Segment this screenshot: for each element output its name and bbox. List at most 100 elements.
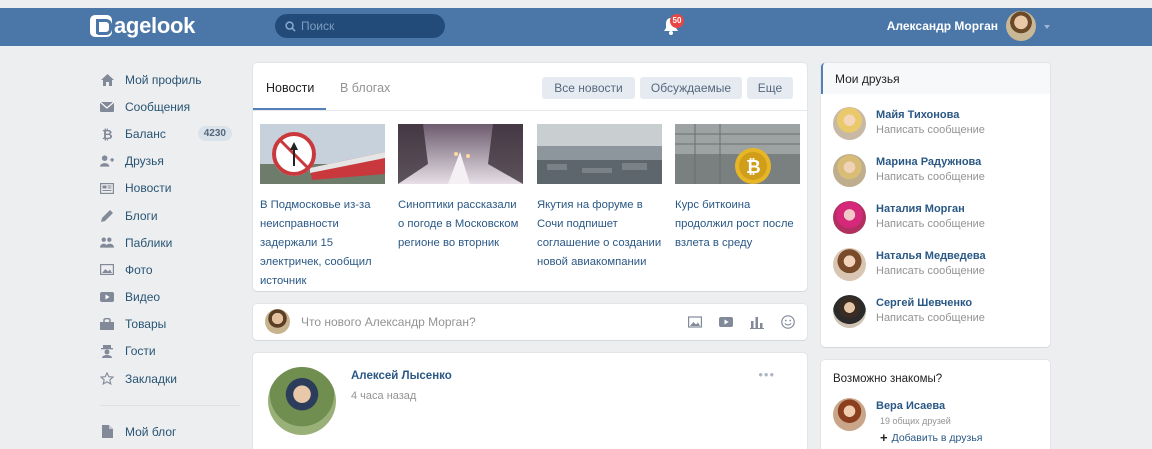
post-time[interactable]: 4 часа назад [351, 390, 416, 402]
avatar [833, 295, 866, 328]
suggested-friend-name[interactable]: Вера Исаева [876, 400, 945, 412]
filter-more-button[interactable]: Еще [747, 77, 793, 99]
friends-title[interactable]: Мои друзья [821, 63, 1050, 94]
news-image [260, 124, 385, 184]
search-box[interactable] [275, 14, 445, 38]
sidebar-item-label: Закладки [125, 371, 177, 386]
logo-text: agelook [114, 13, 196, 38]
sidebar-item-publics[interactable]: Паблики [100, 229, 240, 256]
newspaper-icon [100, 181, 114, 195]
friend-name[interactable]: Сергей Шевченко [876, 297, 972, 309]
video-icon [100, 290, 114, 304]
write-message-link[interactable]: Написать сообщение [876, 265, 985, 277]
header-avatar[interactable] [1006, 11, 1036, 41]
sidebar-item-label: Фото [125, 262, 153, 277]
avatar[interactable] [268, 367, 336, 435]
photo-icon[interactable] [688, 315, 702, 329]
more-options-icon[interactable]: ••• [758, 367, 775, 382]
write-message-link[interactable]: Написать сообщение [876, 218, 985, 230]
sidebar-item-news[interactable]: Новости [100, 175, 240, 202]
friend-name[interactable]: Майя Тихонова [876, 109, 959, 121]
search-input[interactable] [301, 19, 431, 33]
sidebar-item-label: Мой профиль [125, 72, 202, 87]
post-author[interactable]: Алексей Лысенко [351, 370, 452, 382]
header-user-name[interactable]: Александр Морган [887, 19, 998, 33]
avatar [833, 154, 866, 187]
sidebar-item-photo[interactable]: Фото [100, 256, 240, 283]
news-image: ₿ [675, 124, 800, 184]
friend-item[interactable]: Наталья Медведева Написать сообщение [833, 248, 1043, 284]
video-icon[interactable] [719, 315, 733, 329]
news-item[interactable]: ₿ Курс биткоина продолжил рост после взл… [675, 124, 800, 253]
search-icon [285, 20, 296, 32]
friend-item[interactable]: Сергей Шевченко Написать сообщение [833, 295, 1043, 331]
sidebar-item-guests[interactable]: Гости [100, 338, 240, 365]
balance-badge: 4230 [197, 126, 232, 142]
filter-all-news-button[interactable]: Все новости [542, 77, 635, 99]
poll-icon[interactable] [750, 315, 764, 329]
friend-item[interactable]: Марина Радужнова Написать сообщение [833, 154, 1043, 190]
shopping-bag-icon [100, 317, 114, 331]
news-item[interactable]: В Подмосковье из-за неисправности задерж… [260, 124, 385, 291]
logo-p-icon [90, 15, 112, 37]
new-post-box[interactable]: Что нового Александр Морган? [253, 304, 807, 340]
news-card: Новости В блогах Все новости Обсуждаемые… [253, 63, 807, 291]
sidebar-item-label: Сообщения [125, 99, 191, 114]
friend-name[interactable]: Наталья Медведева [876, 250, 986, 262]
avatar[interactable] [833, 398, 866, 431]
attachment-icons [688, 315, 795, 329]
news-image [537, 124, 662, 184]
avatar [833, 248, 866, 281]
friend-item[interactable]: Майя Тихонова Написать сообщение [833, 107, 1043, 143]
avatar [833, 201, 866, 234]
tab-news[interactable]: Новости [266, 81, 314, 95]
sidebar-item-my-blog[interactable]: Мой блог [100, 418, 240, 445]
sidebar-item-balance[interactable]: ₿ Баланс 4230 [100, 120, 240, 147]
svg-text:₿: ₿ [102, 128, 112, 141]
new-post-input[interactable]: Что нового Александр Морган? [301, 315, 476, 329]
friend-name[interactable]: Наталия Морган [876, 203, 965, 215]
news-item[interactable]: Синоптики рассказали о погоде в Московск… [398, 124, 523, 253]
sidebar-item-bookmarks[interactable]: Закладки [100, 365, 240, 392]
logo[interactable]: agelook [90, 13, 195, 39]
chevron-down-icon[interactable] [1044, 25, 1050, 29]
news-item[interactable]: Якутия на форуме в Сочи подпишет соглаше… [537, 124, 662, 272]
active-tab-indicator [253, 108, 326, 110]
mutual-friends-count: 19 общих друзей [880, 416, 951, 426]
tab-in-blogs[interactable]: В блогах [340, 81, 390, 95]
sidebar-item-label: Видео [125, 290, 161, 305]
news-headline: В Подмосковье из-за неисправности задерж… [260, 199, 372, 287]
sidebar-item-profile[interactable]: Мой профиль [100, 66, 240, 93]
avatar [265, 309, 290, 334]
sidebar-item-label: Друзья [125, 154, 164, 169]
sidebar-item-label: Блоги [125, 208, 158, 223]
svg-text:₿: ₿ [746, 157, 761, 178]
sidebar: Мой профиль Сообщения ₿ Баланс 4230 Друз… [100, 66, 240, 445]
news-headline: Синоптики рассказали о погоде в Московск… [398, 199, 519, 249]
friend-name[interactable]: Марина Радужнова [876, 156, 981, 168]
write-message-link[interactable]: Написать сообщение [876, 124, 985, 136]
sidebar-item-label: Паблики [125, 235, 173, 250]
write-message-link[interactable]: Написать сообщение [876, 312, 985, 324]
news-headline: Курс биткоина продолжил рост после взлет… [675, 199, 794, 249]
photo-icon [100, 263, 114, 277]
sidebar-item-friends[interactable]: Друзья [100, 148, 240, 175]
write-message-link[interactable]: Написать сообщение [876, 171, 985, 183]
pencil-icon [100, 209, 114, 223]
sidebar-item-goods[interactable]: Товары [100, 311, 240, 338]
emoji-icon[interactable] [781, 315, 795, 329]
bitcoin-icon: ₿ [100, 127, 114, 141]
add-friend-button[interactable]: + Добавить в друзья [880, 430, 982, 445]
guest-icon [100, 344, 114, 358]
add-friend-label: Добавить в друзья [891, 431, 983, 444]
sidebar-item-messages[interactable]: Сообщения [100, 93, 240, 120]
filter-discussed-button[interactable]: Обсуждаемые [640, 77, 742, 99]
home-icon [100, 73, 114, 87]
sidebar-item-video[interactable]: Видео [100, 284, 240, 311]
sidebar-item-label: Гости [125, 344, 156, 359]
envelope-icon [100, 100, 114, 114]
sidebar-item-blogs[interactable]: Блоги [100, 202, 240, 229]
friend-item[interactable]: Наталия Морган Написать сообщение [833, 201, 1043, 237]
sidebar-item-label: Новости [125, 181, 172, 196]
news-tabs: Новости В блогах Все новости Обсуждаемые… [253, 63, 807, 111]
